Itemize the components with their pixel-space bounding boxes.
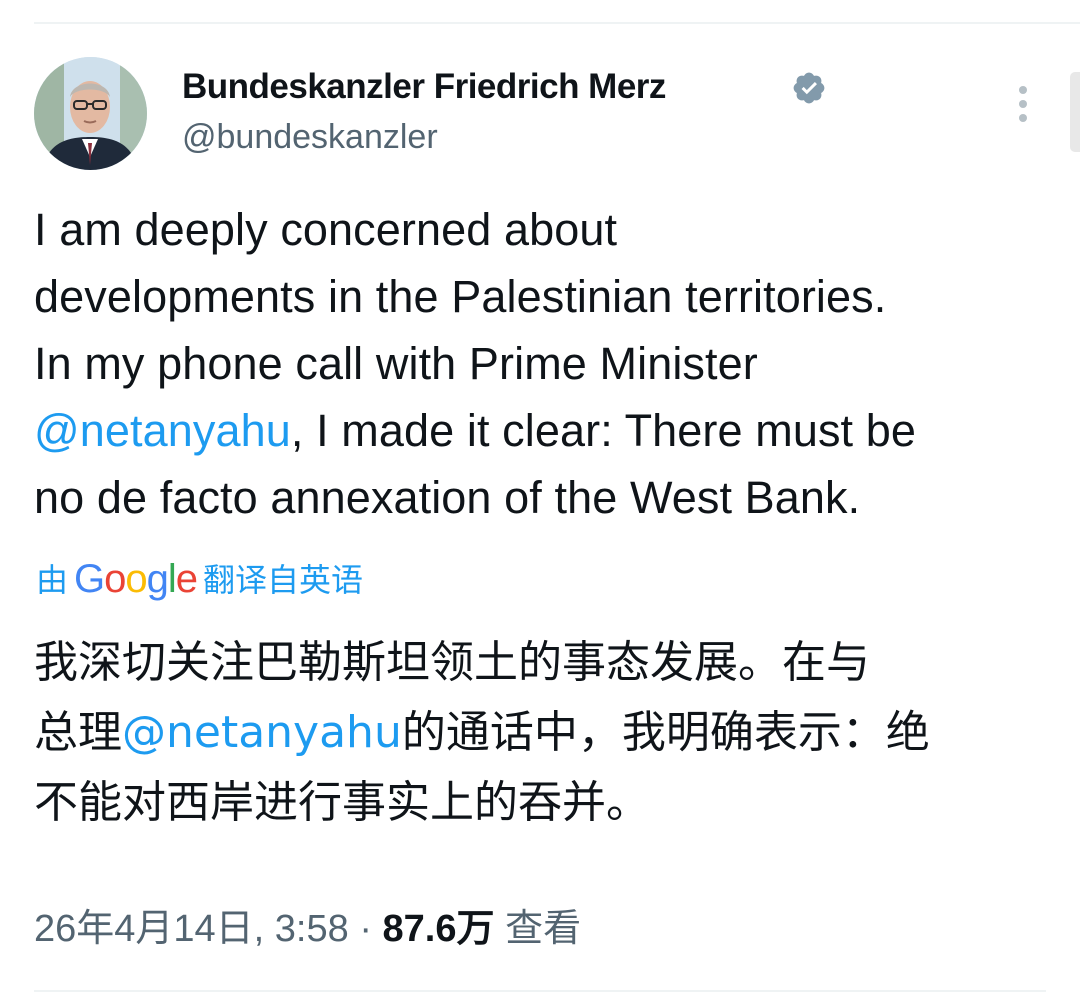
text-line: I am deeply concerned about bbox=[34, 196, 1064, 263]
translation-attribution[interactable]: 由 Google 翻译自英语 bbox=[36, 556, 363, 602]
avatar-image bbox=[34, 57, 147, 170]
text-segment: 我深切关注巴勒斯坦领土的事态发展。在与 bbox=[34, 637, 870, 688]
meta-separator: · bbox=[359, 908, 372, 950]
text-line: developments in the Palestinian territor… bbox=[34, 263, 1064, 330]
google-logo: Google bbox=[74, 557, 198, 601]
text-line: 不能对西岸进行事实上的吞并。 bbox=[34, 768, 1064, 838]
scrollbar-thumb[interactable] bbox=[1070, 72, 1080, 152]
text-segment: 不能对西岸进行事实上的吞并。 bbox=[34, 777, 650, 828]
text-line: no de facto annexation of the West Bank. bbox=[34, 464, 1064, 531]
author-handle[interactable]: @bundeskanzler bbox=[182, 114, 438, 160]
text-line: @netanyahu, I made it clear: There must … bbox=[34, 397, 1064, 464]
text-segment: , I made it clear: There must be bbox=[290, 405, 917, 456]
tweet-meta: 26年4月14日, 3:58 · 87.6万 查看 bbox=[34, 905, 581, 953]
views-label: 查看 bbox=[505, 908, 582, 950]
text-segment: 总理 bbox=[34, 707, 122, 758]
top-divider bbox=[34, 22, 1080, 24]
text-line: In my phone call with Prime Minister bbox=[34, 330, 1064, 397]
text-segment: I am deeply concerned about bbox=[34, 204, 618, 255]
avatar[interactable] bbox=[34, 57, 147, 170]
translation-prefix: 由 bbox=[36, 561, 69, 599]
views-count: 87.6万 bbox=[382, 908, 495, 950]
text-line: 总理@netanyahu的通话中，我明确表示：绝 bbox=[34, 698, 1064, 768]
translated-text: 我深切关注巴勒斯坦领土的事态发展。在与 总理@netanyahu的通话中，我明确表… bbox=[34, 628, 1064, 838]
mention-link[interactable]: @netanyahu bbox=[34, 405, 291, 456]
bottom-divider bbox=[34, 990, 1046, 992]
more-options-icon[interactable] bbox=[1006, 80, 1042, 128]
text-segment: developments in the Palestinian territor… bbox=[34, 271, 887, 322]
author-name[interactable]: Bundeskanzler Friedrich Merz bbox=[182, 62, 666, 112]
text-segment: no de facto annexation of the West Bank. bbox=[34, 472, 861, 523]
translation-suffix: 翻译自英语 bbox=[203, 561, 364, 599]
tweet-text: I am deeply concerned about developments … bbox=[34, 196, 1064, 531]
text-segment: 的通话中，我明确表示：绝 bbox=[401, 707, 930, 758]
text-line: 我深切关注巴勒斯坦领土的事态发展。在与 bbox=[34, 628, 1064, 698]
tweet-timestamp[interactable]: 26年4月14日, 3:58 bbox=[34, 908, 349, 950]
mention-link[interactable]: @netanyahu bbox=[122, 707, 402, 758]
text-segment: In my phone call with Prime Minister bbox=[34, 338, 758, 389]
verified-badge-icon bbox=[791, 70, 827, 106]
